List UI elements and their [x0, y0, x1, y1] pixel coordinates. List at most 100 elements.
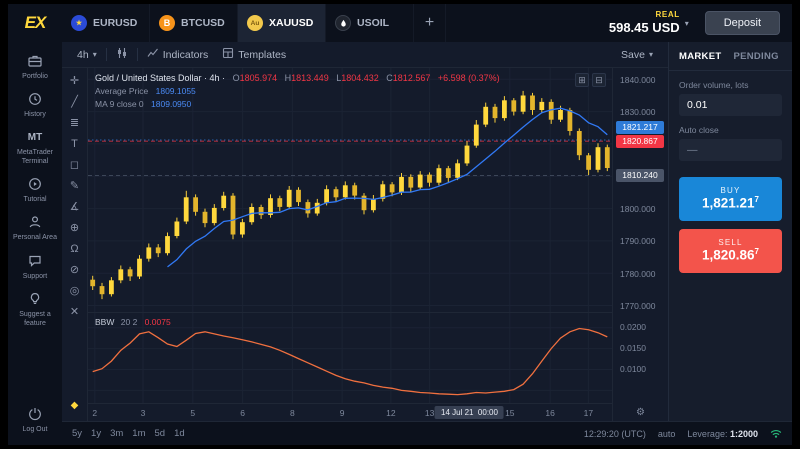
time-axis-label: 8 [290, 408, 295, 418]
sidebar-item-support[interactable]: Support [8, 248, 62, 286]
tab-btcusd[interactable]: B BTCUSD [150, 4, 238, 42]
time-axis-label: 13 [425, 408, 434, 418]
gold-coin-icon: Au [247, 15, 263, 31]
chart-style-button[interactable] [109, 44, 135, 65]
sidebar-item-metatrader[interactable]: MT MetaTrader Terminal [8, 124, 62, 171]
zoom-tool-icon[interactable]: ⊕ [66, 221, 84, 236]
templates-icon [222, 47, 234, 62]
templates-button[interactable]: Templates [215, 44, 293, 65]
trendline-tool-icon[interactable]: ╱ [66, 95, 84, 110]
save-label: Save [621, 49, 645, 61]
sidebar-item-label: MetaTrader Terminal [10, 148, 60, 166]
brand-logo: EX [8, 4, 62, 42]
trading-terminal: EX ★ EURUSD B BTCUSD Au XAUUSD USOIL + [8, 4, 792, 445]
crosshair-tool-icon[interactable]: ✛ [66, 74, 84, 89]
brush-tool-icon[interactable]: ✎ [66, 179, 84, 194]
sidebar-item-label: History [24, 110, 46, 119]
tab-pending[interactable]: PENDING [733, 51, 778, 62]
deposit-button[interactable]: Deposit [705, 11, 780, 35]
bbw-axis-label: 0.0200 [620, 322, 646, 332]
fibonacci-tool-icon[interactable]: ≣ [66, 116, 84, 131]
buy-button[interactable]: BUY 1,821.217 [679, 177, 782, 221]
price-tag: 1810.240 [616, 169, 664, 182]
account-selector[interactable]: REAL 598.45 USD ▾ [609, 10, 689, 35]
measure-tool-icon[interactable]: ∡ [66, 200, 84, 215]
timeframe-value: 4h [77, 49, 89, 61]
overlay-name: Average Price [95, 86, 148, 96]
remove-drawings-icon[interactable]: ✕ [66, 305, 84, 320]
sell-button[interactable]: SELL 1,820.867 [679, 229, 782, 273]
templates-label: Templates [238, 49, 286, 61]
bbw-value: 0.0075 [145, 317, 171, 327]
ohlc-close-value: 1812.567 [393, 73, 431, 83]
connection-signal-icon [770, 425, 782, 443]
range-5y-button[interactable]: 5y [72, 428, 82, 439]
instrument-tabs: ★ EURUSD B BTCUSD Au XAUUSD USOIL + [62, 4, 446, 42]
order-type-tabs: MARKET PENDING [669, 42, 792, 71]
order-panel: MARKET PENDING Order volume, lots 0.01 A… [668, 42, 792, 421]
tab-usoil[interactable]: USOIL [326, 4, 414, 42]
bbw-axis-label: 0.0100 [620, 364, 646, 374]
time-axis-label: 15 [505, 408, 514, 418]
tab-label: USOIL [357, 17, 389, 29]
sidebar-item-suggest-feature[interactable]: Suggest a feature [8, 286, 62, 333]
order-volume-input[interactable]: 0.01 [679, 94, 782, 116]
axis-settings-gear-icon[interactable]: ⚙ [636, 407, 645, 418]
collapse-pane-icon[interactable]: ⊟ [592, 73, 606, 87]
sidebar-item-tutorial[interactable]: Tutorial [8, 171, 62, 209]
time-axis-label: 12 [386, 408, 395, 418]
tab-label: XAUUSD [269, 17, 313, 29]
time-axis[interactable]: 235689121315161714 Jul 21 00:00 [88, 403, 612, 421]
maximize-pane-icon[interactable]: ⊞ [575, 73, 589, 87]
shapes-tool-icon[interactable]: ◻ [66, 158, 84, 173]
range-1d-button[interactable]: 1d [174, 428, 185, 439]
save-layout-button[interactable]: Save ▾ [614, 46, 660, 64]
sidebar-item-portfolio[interactable]: Portfolio [8, 48, 62, 86]
tab-xauusd-active[interactable]: Au XAUUSD [238, 4, 326, 42]
time-axis-label: 16 [545, 408, 554, 418]
range-1m-button[interactable]: 1m [132, 428, 145, 439]
logout-button[interactable]: Log Out [8, 401, 62, 439]
add-instrument-button[interactable]: + [414, 4, 446, 42]
chevron-down-icon: ▾ [685, 19, 689, 28]
bottom-status-bar: 5y 1y 3m 1m 5d 1d 12:29:20 (UTC) auto Le… [62, 421, 792, 445]
hide-drawings-icon[interactable]: ◎ [66, 284, 84, 299]
buy-label: BUY [720, 186, 740, 195]
price-axis-label: 1830.000 [620, 107, 655, 117]
account-balance: 598.45 USD [609, 20, 680, 36]
chart-region: ✛ ╱ ≣ T ◻ ✎ ∡ ⊕ Ω ⊘ ◎ ✕ ◆ [62, 68, 668, 421]
time-axis-label: 5 [190, 408, 195, 418]
sidebar-item-personal-area[interactable]: Personal Area [8, 209, 62, 247]
timezone-mode-toggle[interactable]: auto [658, 429, 676, 439]
ohlc-open-label: O [233, 73, 240, 83]
price-tag: 1820.867 [616, 135, 664, 148]
server-clock: 12:29:20 (UTC) [584, 429, 646, 439]
buy-price: 1,821.217 [702, 195, 759, 211]
briefcase-icon [27, 53, 43, 69]
header-right: REAL 598.45 USD ▾ Deposit [609, 4, 792, 42]
bbw-title: BBW [95, 317, 114, 327]
tab-eurusd[interactable]: ★ EURUSD [62, 4, 150, 42]
indicators-icon [147, 47, 159, 62]
bbw-axis-label: 0.0150 [620, 343, 646, 353]
tab-market[interactable]: MARKET [679, 51, 721, 62]
range-1y-button[interactable]: 1y [91, 428, 101, 439]
range-3m-button[interactable]: 3m [110, 428, 123, 439]
indicators-label: Indicators [163, 49, 209, 61]
auto-close-input[interactable]: — [679, 139, 782, 161]
price-axis-label: 1780.000 [620, 269, 655, 279]
timeframe-selector[interactable]: 4h ▾ [70, 46, 104, 64]
oil-drop-icon [335, 15, 351, 31]
lock-drawings-icon[interactable]: ⊘ [66, 263, 84, 278]
price-axis-label: 1800.000 [620, 204, 655, 214]
range-5d-button[interactable]: 5d [155, 428, 166, 439]
magnet-tool-icon[interactable]: Ω [66, 242, 84, 257]
sell-price: 1,820.867 [702, 247, 759, 263]
text-tool-icon[interactable]: T [66, 137, 84, 152]
price-axis-label: 1840.000 [620, 75, 655, 85]
instrument-marker-icon: ◆ [71, 400, 79, 411]
price-axis[interactable]: ⚙ 1840.0001830.0001800.0001790.0001780.0… [612, 68, 668, 421]
indicators-button[interactable]: Indicators [140, 44, 216, 65]
sidebar-item-history[interactable]: History [8, 86, 62, 124]
tab-label: EURUSD [93, 17, 137, 29]
